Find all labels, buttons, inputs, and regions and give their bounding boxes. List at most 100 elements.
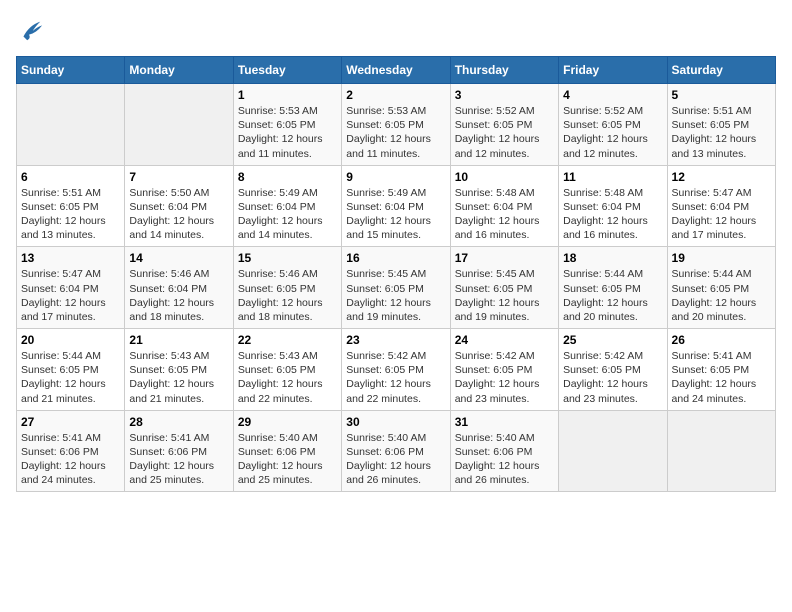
calendar-cell — [17, 84, 125, 166]
calendar-cell: 18 Sunrise: 5:44 AM Sunset: 6:05 PM Dayli… — [559, 247, 667, 329]
calendar-cell: 28 Sunrise: 5:41 AM Sunset: 6:06 PM Dayli… — [125, 410, 233, 492]
day-info: Sunrise: 5:47 AM Sunset: 6:04 PM Dayligh… — [672, 186, 771, 243]
day-number: 17 — [455, 251, 554, 265]
calendar-week-row: 20Sunrise: 5:44 AM Sunset: 6:05 PM Dayli… — [17, 329, 776, 411]
day-info: Sunrise: 5:46 AM Sunset: 6:04 PM Dayligh… — [129, 267, 228, 324]
day-number: 7 — [129, 170, 228, 184]
day-number: 29 — [238, 415, 337, 429]
calendar-cell: 12 Sunrise: 5:47 AM Sunset: 6:04 PM Dayli… — [667, 165, 775, 247]
day-info: Sunrise: 5:52 AM Sunset: 6:05 PM Dayligh… — [455, 104, 554, 161]
day-number: 12 — [672, 170, 771, 184]
calendar-cell: 2 Sunrise: 5:53 AM Sunset: 6:05 PM Daylig… — [342, 84, 450, 166]
day-info: Sunrise: 5:44 AM Sunset: 6:05 PM Dayligh… — [563, 267, 662, 324]
day-of-week-header: Wednesday — [342, 57, 450, 84]
calendar-cell: 8 Sunrise: 5:49 AM Sunset: 6:04 PM Daylig… — [233, 165, 341, 247]
day-info: Sunrise: 5:46 AM Sunset: 6:05 PM Dayligh… — [238, 267, 337, 324]
page-header — [16, 16, 776, 44]
calendar-cell: 17 Sunrise: 5:45 AM Sunset: 6:05 PM Dayli… — [450, 247, 558, 329]
day-number: 23 — [346, 333, 445, 347]
day-info: Sunrise: 5:50 AM Sunset: 6:04 PM Dayligh… — [129, 186, 228, 243]
calendar-cell: 15 Sunrise: 5:46 AM Sunset: 6:05 PM Dayli… — [233, 247, 341, 329]
calendar-header-row: SundayMondayTuesdayWednesdayThursdayFrid… — [17, 57, 776, 84]
day-of-week-header: Saturday — [667, 57, 775, 84]
calendar-cell — [667, 410, 775, 492]
day-number: 6 — [21, 170, 120, 184]
day-number: 22 — [238, 333, 337, 347]
day-number: 28 — [129, 415, 228, 429]
day-number: 13 — [21, 251, 120, 265]
day-info: Sunrise: 5:48 AM Sunset: 6:04 PM Dayligh… — [455, 186, 554, 243]
day-number: 3 — [455, 88, 554, 102]
calendar-cell: 25 Sunrise: 5:42 AM Sunset: 6:05 PM Dayli… — [559, 329, 667, 411]
calendar-cell: 4 Sunrise: 5:52 AM Sunset: 6:05 PM Daylig… — [559, 84, 667, 166]
day-info: Sunrise: 5:45 AM Sunset: 6:05 PM Dayligh… — [455, 267, 554, 324]
day-of-week-header: Sunday — [17, 57, 125, 84]
day-number: 26 — [672, 333, 771, 347]
calendar-cell: 27 Sunrise: 5:41 AM Sunset: 6:06 PM Dayli… — [17, 410, 125, 492]
day-number: 5 — [672, 88, 771, 102]
day-info: Sunrise: 5:42 AM Sunset: 6:05 PM Dayligh… — [563, 349, 662, 406]
day-of-week-header: Tuesday — [233, 57, 341, 84]
calendar-week-row: 27 Sunrise: 5:41 AM Sunset: 6:06 PM Dayli… — [17, 410, 776, 492]
calendar-cell: 5 Sunrise: 5:51 AM Sunset: 6:05 PM Daylig… — [667, 84, 775, 166]
day-info: Sunrise: 5:44 AM Sunset: 6:05 PM Dayligh… — [672, 267, 771, 324]
calendar-cell: 11Sunrise: 5:48 AM Sunset: 6:04 PM Dayli… — [559, 165, 667, 247]
calendar-cell: 21 Sunrise: 5:43 AM Sunset: 6:05 PM Dayli… — [125, 329, 233, 411]
calendar-cell: 19Sunrise: 5:44 AM Sunset: 6:05 PM Dayli… — [667, 247, 775, 329]
calendar-week-row: 13 Sunrise: 5:47 AM Sunset: 6:04 PM Dayli… — [17, 247, 776, 329]
calendar-week-row: 1 Sunrise: 5:53 AM Sunset: 6:05 PM Daylig… — [17, 84, 776, 166]
day-info: Sunrise: 5:53 AM Sunset: 6:05 PM Dayligh… — [346, 104, 445, 161]
day-info: Sunrise: 5:51 AM Sunset: 6:05 PM Dayligh… — [672, 104, 771, 161]
day-number: 11 — [563, 170, 662, 184]
calendar-cell: 20Sunrise: 5:44 AM Sunset: 6:05 PM Dayli… — [17, 329, 125, 411]
calendar-cell: 16 Sunrise: 5:45 AM Sunset: 6:05 PM Dayli… — [342, 247, 450, 329]
day-info: Sunrise: 5:43 AM Sunset: 6:05 PM Dayligh… — [238, 349, 337, 406]
day-number: 30 — [346, 415, 445, 429]
calendar-cell: 14Sunrise: 5:46 AM Sunset: 6:04 PM Dayli… — [125, 247, 233, 329]
calendar-cell: 6 Sunrise: 5:51 AM Sunset: 6:05 PM Daylig… — [17, 165, 125, 247]
day-number: 1 — [238, 88, 337, 102]
calendar-cell: 23 Sunrise: 5:42 AM Sunset: 6:05 PM Dayli… — [342, 329, 450, 411]
day-number: 24 — [455, 333, 554, 347]
day-info: Sunrise: 5:40 AM Sunset: 6:06 PM Dayligh… — [346, 431, 445, 488]
day-info: Sunrise: 5:42 AM Sunset: 6:05 PM Dayligh… — [346, 349, 445, 406]
day-info: Sunrise: 5:53 AM Sunset: 6:05 PM Dayligh… — [238, 104, 337, 161]
day-number: 21 — [129, 333, 228, 347]
calendar-week-row: 6 Sunrise: 5:51 AM Sunset: 6:05 PM Daylig… — [17, 165, 776, 247]
day-number: 18 — [563, 251, 662, 265]
calendar-cell: 26Sunrise: 5:41 AM Sunset: 6:05 PM Dayli… — [667, 329, 775, 411]
day-info: Sunrise: 5:47 AM Sunset: 6:04 PM Dayligh… — [21, 267, 120, 324]
day-info: Sunrise: 5:41 AM Sunset: 6:06 PM Dayligh… — [21, 431, 120, 488]
day-info: Sunrise: 5:43 AM Sunset: 6:05 PM Dayligh… — [129, 349, 228, 406]
day-info: Sunrise: 5:51 AM Sunset: 6:05 PM Dayligh… — [21, 186, 120, 243]
day-number: 4 — [563, 88, 662, 102]
calendar-cell: 9 Sunrise: 5:49 AM Sunset: 6:04 PM Daylig… — [342, 165, 450, 247]
day-of-week-header: Friday — [559, 57, 667, 84]
day-number: 16 — [346, 251, 445, 265]
calendar-cell: 30 Sunrise: 5:40 AM Sunset: 6:06 PM Dayli… — [342, 410, 450, 492]
calendar-cell: 22 Sunrise: 5:43 AM Sunset: 6:05 PM Dayli… — [233, 329, 341, 411]
day-info: Sunrise: 5:40 AM Sunset: 6:06 PM Dayligh… — [238, 431, 337, 488]
day-of-week-header: Thursday — [450, 57, 558, 84]
day-info: Sunrise: 5:49 AM Sunset: 6:04 PM Dayligh… — [238, 186, 337, 243]
calendar-cell: 1 Sunrise: 5:53 AM Sunset: 6:05 PM Daylig… — [233, 84, 341, 166]
day-info: Sunrise: 5:52 AM Sunset: 6:05 PM Dayligh… — [563, 104, 662, 161]
day-number: 15 — [238, 251, 337, 265]
day-of-week-header: Monday — [125, 57, 233, 84]
calendar-cell: 24 Sunrise: 5:42 AM Sunset: 6:05 PM Dayli… — [450, 329, 558, 411]
day-number: 9 — [346, 170, 445, 184]
day-number: 27 — [21, 415, 120, 429]
calendar-cell — [125, 84, 233, 166]
day-number: 2 — [346, 88, 445, 102]
day-info: Sunrise: 5:41 AM Sunset: 6:06 PM Dayligh… — [129, 431, 228, 488]
day-number: 8 — [238, 170, 337, 184]
calendar-cell: 3 Sunrise: 5:52 AM Sunset: 6:05 PM Daylig… — [450, 84, 558, 166]
day-number: 10 — [455, 170, 554, 184]
day-info: Sunrise: 5:49 AM Sunset: 6:04 PM Dayligh… — [346, 186, 445, 243]
day-number: 25 — [563, 333, 662, 347]
day-number: 31 — [455, 415, 554, 429]
day-info: Sunrise: 5:45 AM Sunset: 6:05 PM Dayligh… — [346, 267, 445, 324]
logo-bird-icon — [16, 16, 44, 44]
calendar-cell: 29 Sunrise: 5:40 AM Sunset: 6:06 PM Dayli… — [233, 410, 341, 492]
day-info: Sunrise: 5:42 AM Sunset: 6:05 PM Dayligh… — [455, 349, 554, 406]
